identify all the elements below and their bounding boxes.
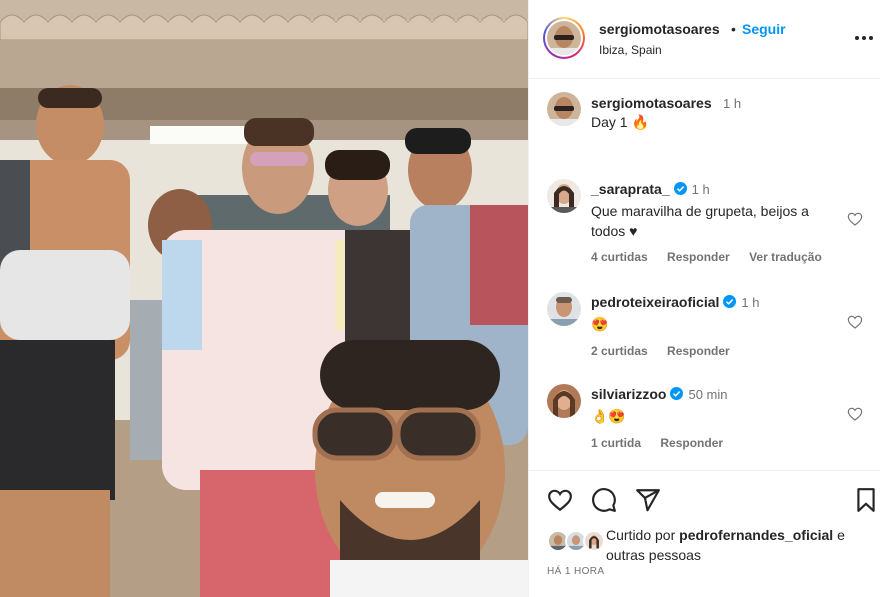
reply-button[interactable]: Responder [660, 436, 723, 450]
author-username[interactable]: sergiomotasoares [599, 21, 720, 37]
more-horizontal-icon[interactable] [853, 28, 875, 48]
share-paper-plane-icon[interactable] [635, 487, 661, 513]
heart-icon[interactable] [847, 406, 863, 422]
comment-text: 😍 [591, 316, 609, 332]
post-photo[interactable] [0, 0, 528, 597]
comment-username[interactable]: pedroteixeiraoficial 1 h [591, 294, 759, 310]
comment-time[interactable]: 1 h [741, 295, 759, 310]
comment-likes[interactable]: 1 curtida [591, 436, 641, 450]
comments-list[interactable]: sergiomotasoares 1 h Day 1 🔥 _saraprata_… [529, 80, 880, 470]
comment-time[interactable]: 1 h [692, 182, 710, 197]
comment-meta: 2 curtidas Responder [591, 344, 746, 358]
comment-username[interactable]: silviarizzoo 50 min [591, 386, 728, 402]
reply-button[interactable]: Responder [667, 344, 730, 358]
commenter-avatar[interactable] [547, 384, 581, 418]
comment-likes[interactable]: 4 curtidas [591, 250, 648, 264]
comment-time[interactable]: 50 min [688, 387, 727, 402]
comment-meta: 1 curtida Responder [591, 436, 739, 450]
commenter-avatar[interactable] [547, 292, 581, 326]
liker-avatar [583, 530, 605, 552]
post-panel: sergiomotasoares • Seguir Ibiza, Spain s… [528, 0, 880, 597]
comment-likes[interactable]: 2 curtidas [591, 344, 648, 358]
caption-username[interactable]: sergiomotasoares [591, 95, 712, 111]
heart-icon[interactable] [847, 211, 863, 227]
commenter-avatar[interactable] [547, 179, 581, 213]
avatar-image [547, 21, 581, 55]
heart-icon[interactable] [847, 314, 863, 330]
liked-by-username[interactable]: pedrofernandes_oficial [679, 527, 833, 543]
liked-by-text: Curtido por pedrofernandes_oficial e out… [606, 525, 871, 565]
post-actions: Curtido por pedrofernandes_oficial e out… [529, 470, 880, 597]
comment-bubble-icon[interactable] [591, 487, 617, 513]
liked-prefix: Curtido por [606, 527, 676, 543]
verified-badge-icon [673, 182, 687, 195]
caption-time[interactable]: 1 h [723, 96, 741, 111]
comment-text: 👌😍 [591, 408, 626, 424]
post-location[interactable]: Ibiza, Spain [599, 43, 662, 57]
verified-badge-icon [670, 387, 684, 400]
bookmark-save-icon[interactable] [853, 487, 879, 513]
post-timestamp[interactable]: HÁ 1 HORA [547, 566, 605, 577]
reply-button[interactable]: Responder [667, 250, 730, 264]
like-heart-icon[interactable] [547, 487, 573, 513]
caption-avatar[interactable] [547, 92, 581, 126]
separator-dot: • [731, 21, 736, 37]
author-avatar[interactable] [543, 17, 585, 59]
group-selfie-image [0, 0, 528, 597]
verified-badge-icon [723, 295, 737, 308]
liked-by-avatars[interactable] [547, 530, 607, 552]
comment-text: Que maravilha de grupeta, beijos a todos… [591, 203, 809, 239]
post-header: sergiomotasoares • Seguir Ibiza, Spain [529, 0, 880, 79]
caption-text: Day 1 🔥 [591, 114, 649, 130]
follow-button[interactable]: Seguir [742, 21, 786, 37]
comment-username[interactable]: _saraprata_ 1 h [591, 181, 710, 197]
translate-button[interactable]: Ver tradução [749, 250, 822, 264]
comment-meta: 4 curtidas Responder Ver tradução [591, 250, 838, 264]
